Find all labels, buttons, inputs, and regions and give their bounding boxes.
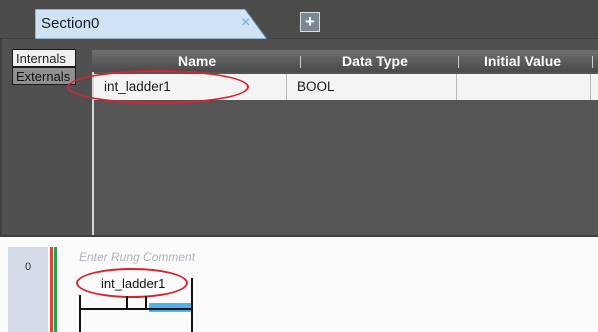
column-header-data-type[interactable]: Data Type bbox=[342, 53, 408, 69]
rung-wire-horizontal bbox=[79, 308, 191, 310]
tab-section0[interactable]: Section0 × bbox=[35, 9, 267, 39]
column-divider[interactable] bbox=[300, 56, 301, 68]
left-power-rail-green bbox=[54, 247, 57, 332]
grid-header: Name Data Type Initial Value bbox=[92, 50, 598, 72]
highlight-ellipse-variable bbox=[67, 70, 249, 104]
add-tab-button[interactable]: + bbox=[300, 12, 320, 32]
column-divider[interactable] bbox=[458, 56, 459, 68]
row-divider bbox=[286, 74, 287, 100]
rung-wire-right bbox=[191, 278, 193, 332]
tab-label: Section0 bbox=[41, 15, 100, 32]
close-icon[interactable]: × bbox=[241, 15, 250, 31]
cell-data-type[interactable]: BOOL bbox=[297, 79, 335, 94]
rung-wire-left bbox=[79, 295, 81, 332]
column-header-name[interactable]: Name bbox=[178, 53, 216, 69]
highlight-ellipse-contact bbox=[76, 268, 188, 298]
section-tab-bar: Section0 × + bbox=[0, 0, 598, 39]
rung-comment-input[interactable]: Enter Rung Comment bbox=[79, 250, 195, 264]
column-header-initial-value[interactable]: Initial Value bbox=[484, 53, 561, 69]
contact-bar-left bbox=[126, 296, 128, 310]
column-divider[interactable] bbox=[592, 56, 593, 68]
contact-bar-right bbox=[145, 296, 147, 310]
row-divider bbox=[456, 74, 457, 100]
rung-number: 0 bbox=[24, 261, 32, 273]
tab-externals[interactable]: Externals bbox=[12, 67, 76, 85]
rung-gutter[interactable]: 0 bbox=[8, 247, 48, 332]
row-divider bbox=[590, 74, 591, 100]
tab-internals[interactable]: Internals bbox=[12, 49, 76, 67]
left-power-rail-red bbox=[50, 247, 53, 332]
